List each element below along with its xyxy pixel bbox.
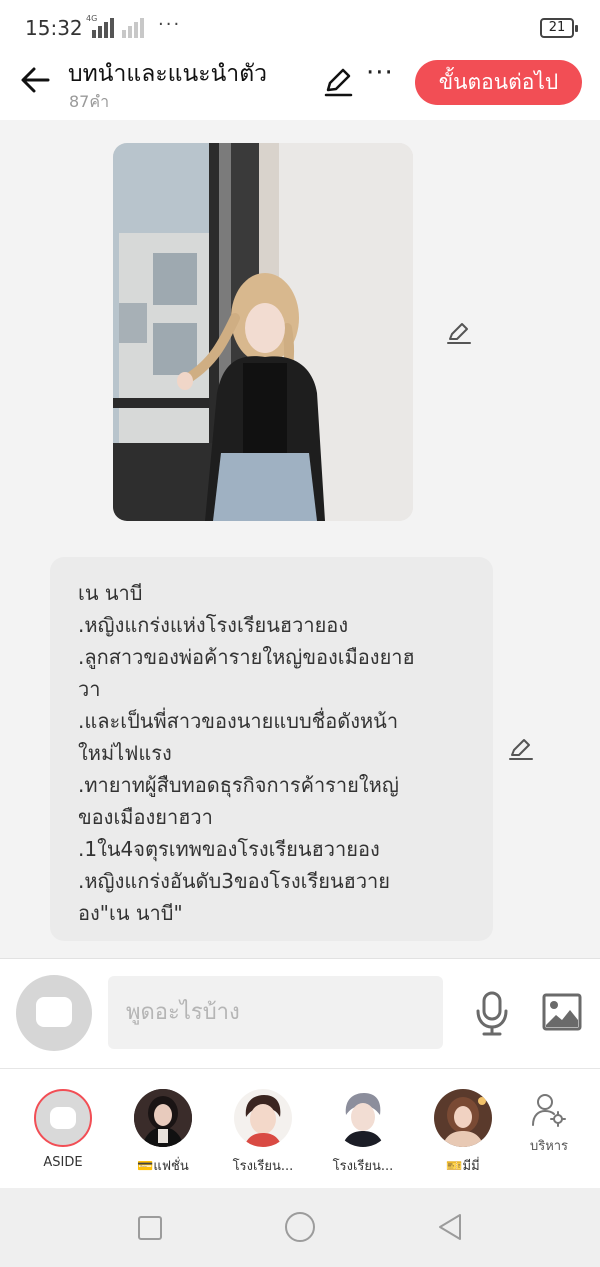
more-options-icon[interactable]: ···: [366, 58, 394, 88]
character-label: 🎫มีมี่: [446, 1159, 480, 1174]
next-step-button[interactable]: ขั้นตอนต่อไป: [415, 60, 582, 105]
story-line: เน นาบี: [78, 581, 143, 605]
story-photo[interactable]: [113, 143, 413, 521]
character-label: โรงเรียน...: [332, 1159, 394, 1174]
story-content: เน นาบี .หญิงแกร่งแห่งโรงเรียนฮวายอง .ลู…: [0, 120, 600, 958]
page-title: บทนำและแนะนำตัว: [68, 61, 268, 87]
character-label: ASIDE: [43, 1155, 83, 1170]
recent-apps-icon[interactable]: [138, 1216, 162, 1240]
character-fashion[interactable]: 💳แฟชั่น: [118, 1089, 208, 1176]
story-line: ของเมืองยาฮวา: [78, 805, 213, 829]
story-line: .หญิงแกร่งแห่งโรงเรียนฮวายอง: [78, 613, 349, 637]
avatar: [134, 1089, 192, 1147]
aside-toggle-button[interactable]: [16, 975, 92, 1051]
avatar: [334, 1089, 392, 1147]
status-time: 15:32: [25, 16, 83, 40]
word-count: 87คำ: [69, 92, 110, 111]
edit-text-icon[interactable]: [508, 736, 534, 762]
home-icon[interactable]: [285, 1212, 315, 1242]
story-line: อง"เน นาบี": [78, 901, 183, 925]
aside-avatar: [34, 1089, 92, 1147]
character-aside[interactable]: ASIDE: [18, 1089, 108, 1170]
story-line: .1ใน4จตุรเทพของโรงเรียนฮวายอง: [78, 837, 380, 861]
manage-user-settings-icon: [532, 1094, 566, 1127]
avatar: [434, 1089, 492, 1147]
status-bar: 15:32 4G ··· 21: [0, 0, 600, 56]
manage-label: บริหาร: [529, 1139, 569, 1154]
story-line: .ลูกสาวของพ่อค้ารายใหญ่ของเมืองยาฮ: [78, 645, 415, 669]
message-input[interactable]: พูดอะไรบ้าง: [108, 976, 443, 1049]
character-mimi[interactable]: 🎫มีมี่: [418, 1089, 508, 1176]
character-label: 💳แฟชั่น: [137, 1159, 189, 1174]
edit-icon[interactable]: [322, 66, 354, 98]
system-nav-bar: [0, 1188, 600, 1267]
back-triangle-icon[interactable]: [436, 1212, 464, 1242]
character-label: โรงเรียน...: [232, 1159, 294, 1174]
chat-bubble-icon: [36, 997, 72, 1027]
avatar: [234, 1089, 292, 1147]
story-line: .ทายาทผู้สืบทอดธุรกิจการค้ารายใหญ่: [78, 773, 399, 797]
manage-button[interactable]: บริหาร: [514, 1091, 584, 1156]
microphone-icon[interactable]: [474, 991, 510, 1037]
edit-image-icon[interactable]: [446, 320, 472, 346]
message-composer: พูดอะไรบ้าง: [0, 958, 600, 1068]
story-line: วา: [78, 677, 101, 701]
story-text-bubble[interactable]: เน นาบี .หญิงแกร่งแห่งโรงเรียนฮวายอง .ลู…: [50, 557, 493, 941]
story-line: .หญิงแกร่งอันดับ3ของโรงเรียนฮวาย: [78, 869, 391, 893]
character-bar: ASIDE 💳แฟชั่น โรงเรียน... โรงเรียน... 🎫ม…: [0, 1068, 600, 1188]
story-line: ใหม่ไฟแรง: [78, 741, 172, 765]
story-line: .และเป็นพี่สาวของนายแบบชื่อดังหน้า: [78, 709, 399, 733]
app-header: บทนำและแนะนำตัว 87คำ ··· ขั้นตอนต่อไป: [0, 56, 600, 120]
chat-bubble-icon: [50, 1107, 76, 1129]
battery-icon: 21: [540, 18, 578, 38]
character-school-1[interactable]: โรงเรียน...: [218, 1089, 308, 1176]
image-upload-icon[interactable]: [542, 993, 582, 1031]
signal-icon: [92, 16, 144, 38]
character-school-2[interactable]: โรงเรียน...: [318, 1089, 408, 1176]
back-arrow-icon[interactable]: [18, 62, 54, 98]
notification-dots-icon: ···: [158, 14, 182, 35]
